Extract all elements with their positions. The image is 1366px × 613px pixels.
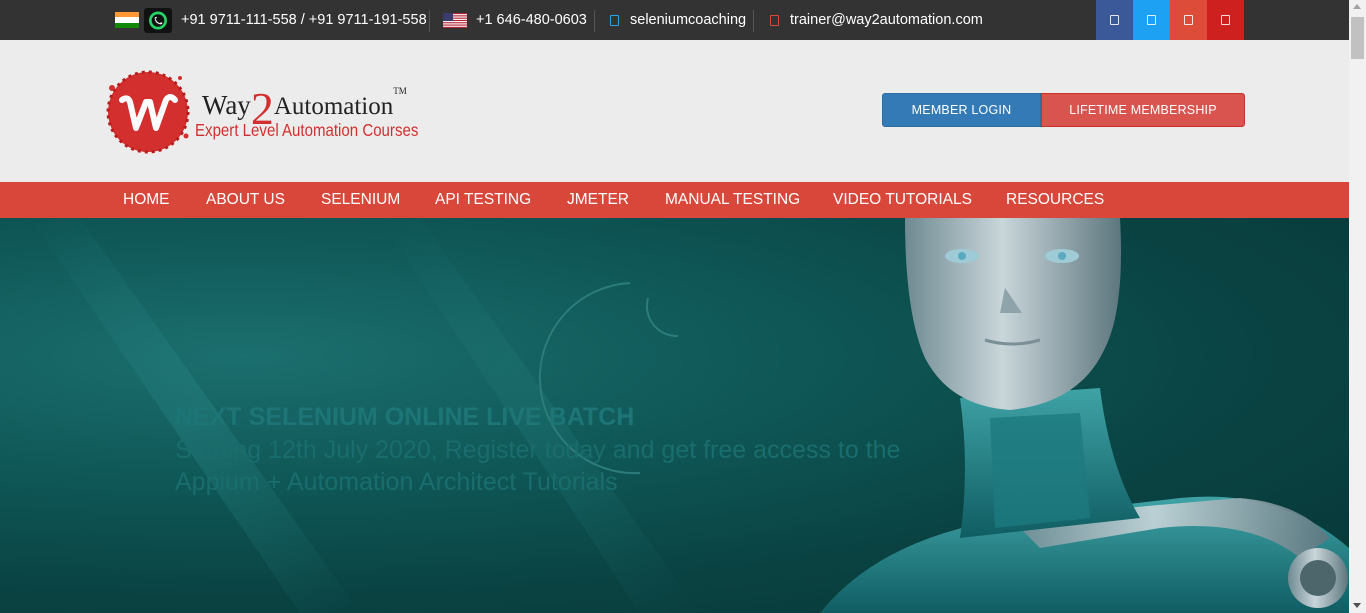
whatsapp-icon: [144, 8, 172, 33]
logo[interactable]: Way2AutomationTM Expert Level Automation…: [100, 66, 430, 158]
facebook-icon[interactable]: [1096, 0, 1133, 40]
nav-resources[interactable]: RESOURCES: [1006, 182, 1104, 218]
divider: [594, 10, 595, 32]
scroll-up-arrow-icon[interactable]: [1353, 4, 1361, 9]
member-login-button[interactable]: MEMBER LOGIN: [882, 93, 1041, 127]
scrollbar-thumb[interactable]: [1351, 17, 1364, 59]
nav-selenium[interactable]: SELENIUM: [321, 182, 400, 218]
logo-word-way: Way: [202, 90, 251, 120]
nav-jmeter[interactable]: JMETER: [567, 182, 629, 218]
scroll-down-arrow-icon[interactable]: [1353, 603, 1361, 608]
logo-tagline: Expert Level Automation Courses: [195, 120, 419, 140]
hero-line-2: Appium + Automation Architect Tutorials: [175, 468, 618, 496]
email-link[interactable]: trainer@way2automation.com: [790, 0, 983, 40]
skype-link[interactable]: seleniumcoaching: [630, 0, 746, 40]
nav-home[interactable]: HOME: [123, 182, 170, 218]
twitter-icon[interactable]: [1133, 0, 1170, 40]
nav-api-testing[interactable]: API TESTING: [435, 182, 531, 218]
top-contact-bar: +91 9711-111-558 / +91 9711-191-558 +1 6…: [0, 0, 1349, 40]
skype-icon: [610, 0, 619, 40]
us-phone-text: +1 646-480-0603: [476, 12, 587, 28]
logo-wordmark: Way2AutomationTM: [202, 72, 407, 134]
nav-about-us[interactable]: ABOUT US: [206, 182, 285, 218]
nav-video-tutorials[interactable]: VIDEO TUTORIALS: [833, 182, 972, 218]
divider: [753, 10, 754, 32]
logo-emblem-icon: [106, 70, 190, 154]
logo-word-automation: Automation: [273, 93, 394, 120]
us-flag-icon: [443, 13, 467, 28]
mail-icon: [770, 0, 779, 40]
google-plus-icon[interactable]: [1170, 0, 1207, 40]
india-flag-icon: [115, 12, 139, 28]
india-phone-text: +91 9711-111-558 / +91 9711-191-558: [181, 12, 427, 28]
hero-line-1: Starting 12th July 2020, Register today …: [175, 436, 901, 464]
hero-heading: NEXT SELENIUM ONLINE LIVE BATCH: [175, 403, 635, 431]
lifetime-membership-button[interactable]: LIFETIME MEMBERSHIP: [1041, 93, 1245, 127]
page: +91 9711-111-558 / +91 9711-191-558 +1 6…: [0, 0, 1349, 613]
youtube-icon[interactable]: [1207, 0, 1244, 40]
logo-trademark: TM: [393, 85, 407, 96]
divider: [429, 10, 430, 32]
vertical-scrollbar[interactable]: [1349, 0, 1366, 613]
hero-banner: NEXT SELENIUM ONLINE LIVE BATCH Starting…: [0, 218, 1349, 613]
main-nav: HOME ABOUT US SELENIUM API TESTING JMETE…: [0, 182, 1349, 218]
nav-manual-testing[interactable]: MANUAL TESTING: [665, 182, 800, 218]
